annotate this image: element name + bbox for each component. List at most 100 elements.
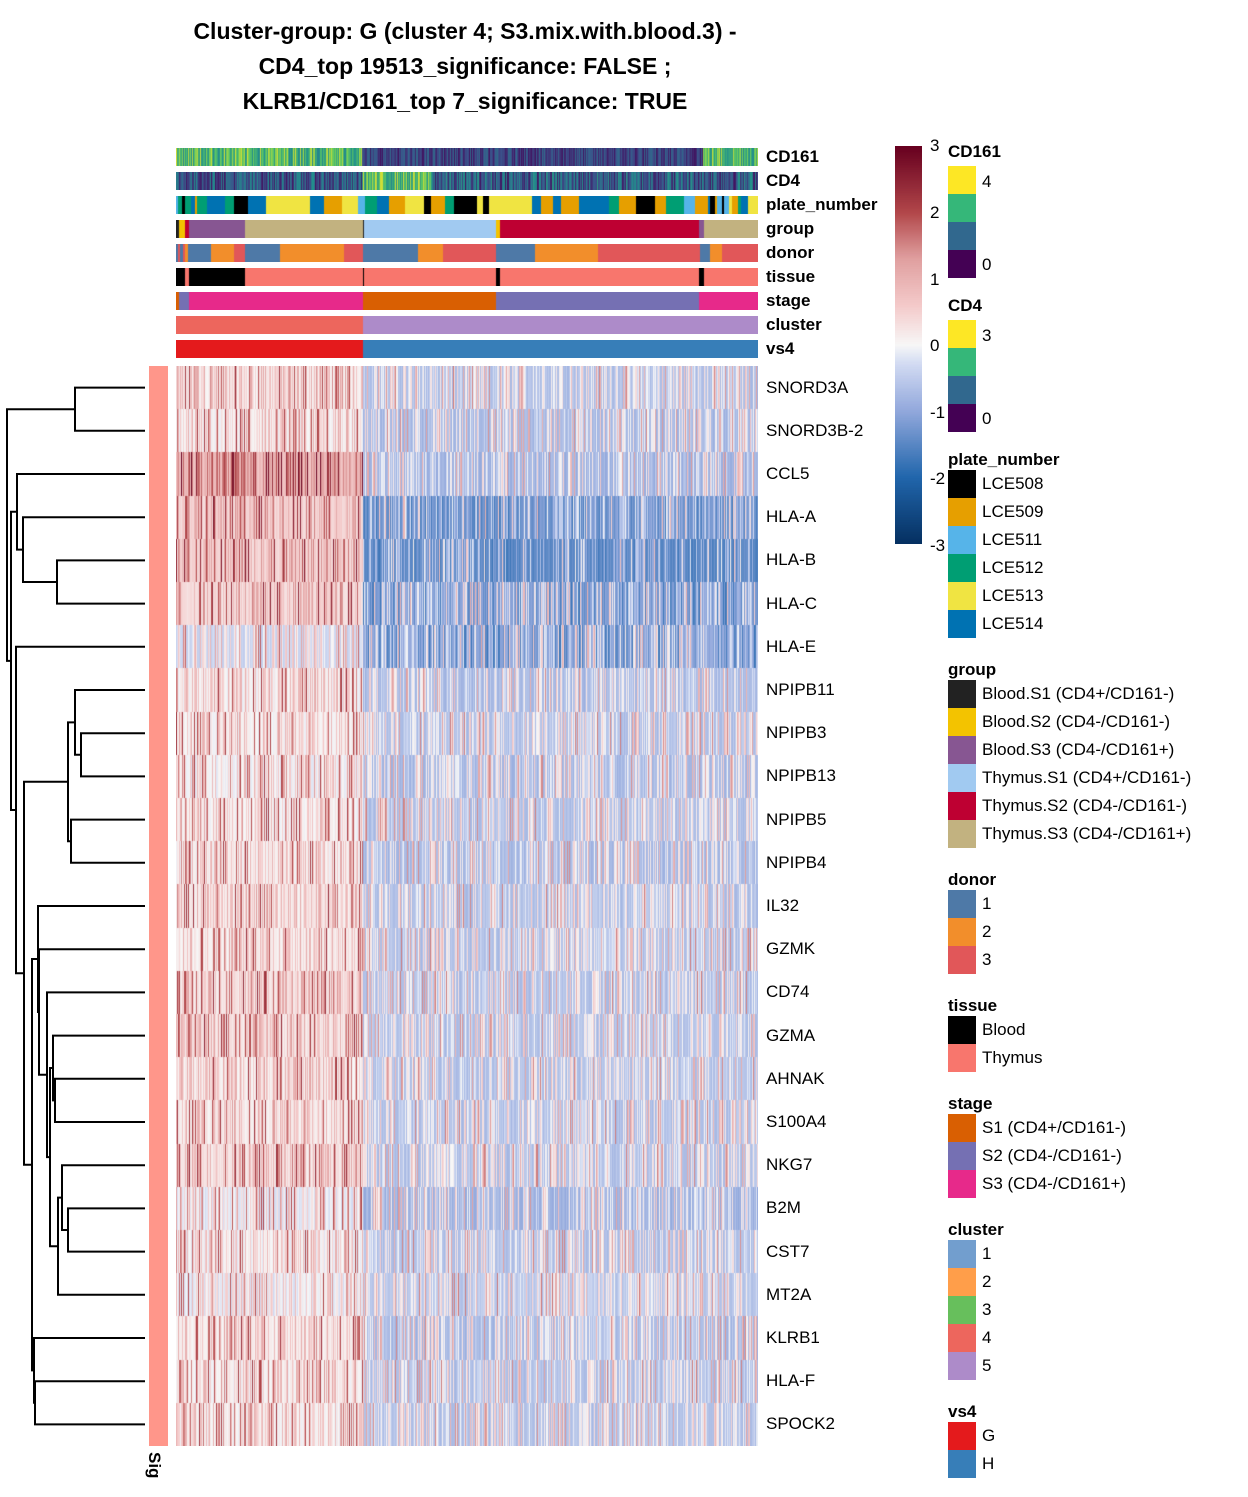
- legend-label: LCE509: [982, 502, 1044, 521]
- legend-title-tissue: tissue: [948, 996, 998, 1015]
- title-line-3: KLRB1/CD161_top 7_significance: TRUE: [242, 88, 688, 114]
- legend-stage: stage S1 (CD4+/CD161-) S2 (CD4-/CD161-) S3 …: [948, 1094, 1126, 1198]
- legend-item: 4: [948, 1324, 1004, 1352]
- cbar-tick-3: 3: [930, 136, 940, 155]
- dendrogram-branch: [70, 818, 145, 864]
- anno-label-tissue: tissue: [766, 267, 816, 286]
- gene-label: GZMK: [766, 939, 816, 959]
- legend-label: Thymus.S2 (CD4-/CD161-): [982, 796, 1187, 815]
- anno-label-group: group: [766, 219, 815, 238]
- dendrogram-branch: [31, 957, 38, 1372]
- legend-title-cd4: CD4: [948, 296, 983, 315]
- legend-title-stage: stage: [948, 1094, 993, 1113]
- legend-swatch: [948, 1240, 976, 1268]
- anno-track-cd4: [176, 172, 758, 190]
- dendrogram-branch: [57, 1196, 145, 1296]
- legend-label: 2: [982, 1272, 992, 1291]
- legend-item: 2: [948, 918, 996, 946]
- gene-label: CD74: [766, 982, 810, 1002]
- legend-swatch: [948, 708, 976, 736]
- legend-swatch: [948, 1016, 976, 1044]
- legend-swatch: [948, 376, 976, 404]
- legend-label: Blood.S1 (CD4+/CD161-): [982, 684, 1175, 703]
- legend-swatch: [948, 1450, 976, 1478]
- legend-donor: donor 1 2 3: [948, 870, 996, 974]
- legend-title-group: group: [948, 660, 997, 679]
- legend-item: 2: [948, 1268, 1004, 1296]
- legend-swatch: [948, 764, 976, 792]
- gene-label: HLA-B: [766, 550, 817, 570]
- dendrogram-branch: [61, 1164, 145, 1231]
- legend-label: Blood.S3 (CD4-/CD161+): [982, 740, 1175, 759]
- gene-label: NPIPB11: [766, 680, 835, 699]
- cbar-tick-0: 0: [930, 336, 940, 355]
- legend-swatch: [948, 1170, 976, 1198]
- legend-label: LCE508: [982, 474, 1044, 493]
- legend-item: 1: [948, 890, 996, 918]
- cbar-tick-neg1: -1: [930, 403, 946, 422]
- anno-label-donor: donor: [766, 243, 815, 262]
- gene-label: HLA-E: [766, 636, 817, 656]
- legend-swatch: [948, 890, 976, 918]
- legend-swatch: [948, 610, 976, 638]
- legend-item: Blood.S1 (CD4+/CD161-): [948, 680, 1174, 708]
- cbar-tick-neg2: -2: [930, 469, 946, 488]
- gene-label: SNORD3A: [766, 377, 849, 397]
- legend-title-cluster: cluster: [948, 1220, 1004, 1239]
- legend-label: 4: [982, 1328, 992, 1347]
- anno-label-plate-number: plate_number: [766, 195, 878, 214]
- legend-swatch: [948, 194, 976, 222]
- legend-vs4: vs4 G H: [948, 1402, 995, 1478]
- anno-track-cd161: [176, 148, 758, 166]
- legend-swatch: [948, 680, 976, 708]
- gene-label: CCL5: [766, 464, 810, 483]
- legend-cd161-max: 4: [982, 172, 992, 191]
- legend-item: S3 (CD4-/CD161+): [948, 1170, 1126, 1198]
- legend-swatch: [948, 166, 976, 194]
- legend-item: Thymus.S3 (CD4-/CD161+): [948, 820, 1191, 848]
- legend-item: 3: [948, 946, 996, 974]
- gene-label: NKG7: [766, 1155, 813, 1175]
- anno-label-cd161: CD161: [766, 147, 819, 166]
- dendrogram-branch: [37, 905, 145, 1013]
- gene-label: NPIPB4: [766, 852, 827, 872]
- legend-swatch: [948, 554, 976, 582]
- dendrogram-branch: [15, 645, 145, 975]
- legend-swatch: [948, 526, 976, 554]
- legend-cd4-min: 0: [982, 409, 992, 428]
- legend-cd4-max: 3: [982, 326, 992, 345]
- dendrogram-branch: [74, 386, 145, 432]
- legend-item: G: [948, 1422, 995, 1450]
- legend-item: LCE511: [948, 526, 1059, 554]
- legend-title-donor: donor: [948, 870, 997, 889]
- cbar-tick-neg3: -3: [930, 536, 946, 555]
- legend-item: Blood: [948, 1016, 1025, 1044]
- title-line-2: CD4_top 19513_significance: FALSE ;: [258, 53, 672, 79]
- legend-title-plate-number: plate_number: [948, 450, 1060, 469]
- gene-label: NPIPB5: [766, 809, 827, 829]
- legend-swatch: [948, 1044, 976, 1072]
- legend-item: 3: [948, 1296, 1004, 1324]
- heatmap-body: [176, 366, 758, 1446]
- legend-label: LCE511: [982, 530, 1043, 549]
- legend-label: Thymus.S3 (CD4-/CD161+): [982, 824, 1192, 843]
- legend-label: 1: [982, 1244, 992, 1263]
- legend-cd4: CD4 3 0: [948, 296, 991, 432]
- legend-label: S1 (CD4+/CD161-): [982, 1118, 1127, 1137]
- legend-swatch: [948, 250, 976, 278]
- legend-swatch: [948, 348, 976, 376]
- legend-label: 5: [982, 1356, 992, 1375]
- gene-label: AHNAK: [766, 1068, 825, 1088]
- legend-item: Blood.S3 (CD4-/CD161+): [948, 736, 1174, 764]
- legend-item: LCE509: [948, 498, 1059, 526]
- legend-swatch: [948, 792, 976, 820]
- gene-label: HLA-C: [766, 593, 818, 613]
- legend-label: LCE514: [982, 614, 1044, 633]
- legend-swatch: [948, 404, 976, 432]
- legend-label: 1: [982, 894, 992, 913]
- title-line-1: Cluster-group: G (cluster 4; S3.mix.with…: [193, 18, 737, 44]
- anno-label-stage: stage: [766, 291, 811, 310]
- legend-swatch: [948, 320, 976, 348]
- dendrogram-branch: [33, 1337, 145, 1404]
- anno-label-cd4: CD4: [766, 171, 801, 190]
